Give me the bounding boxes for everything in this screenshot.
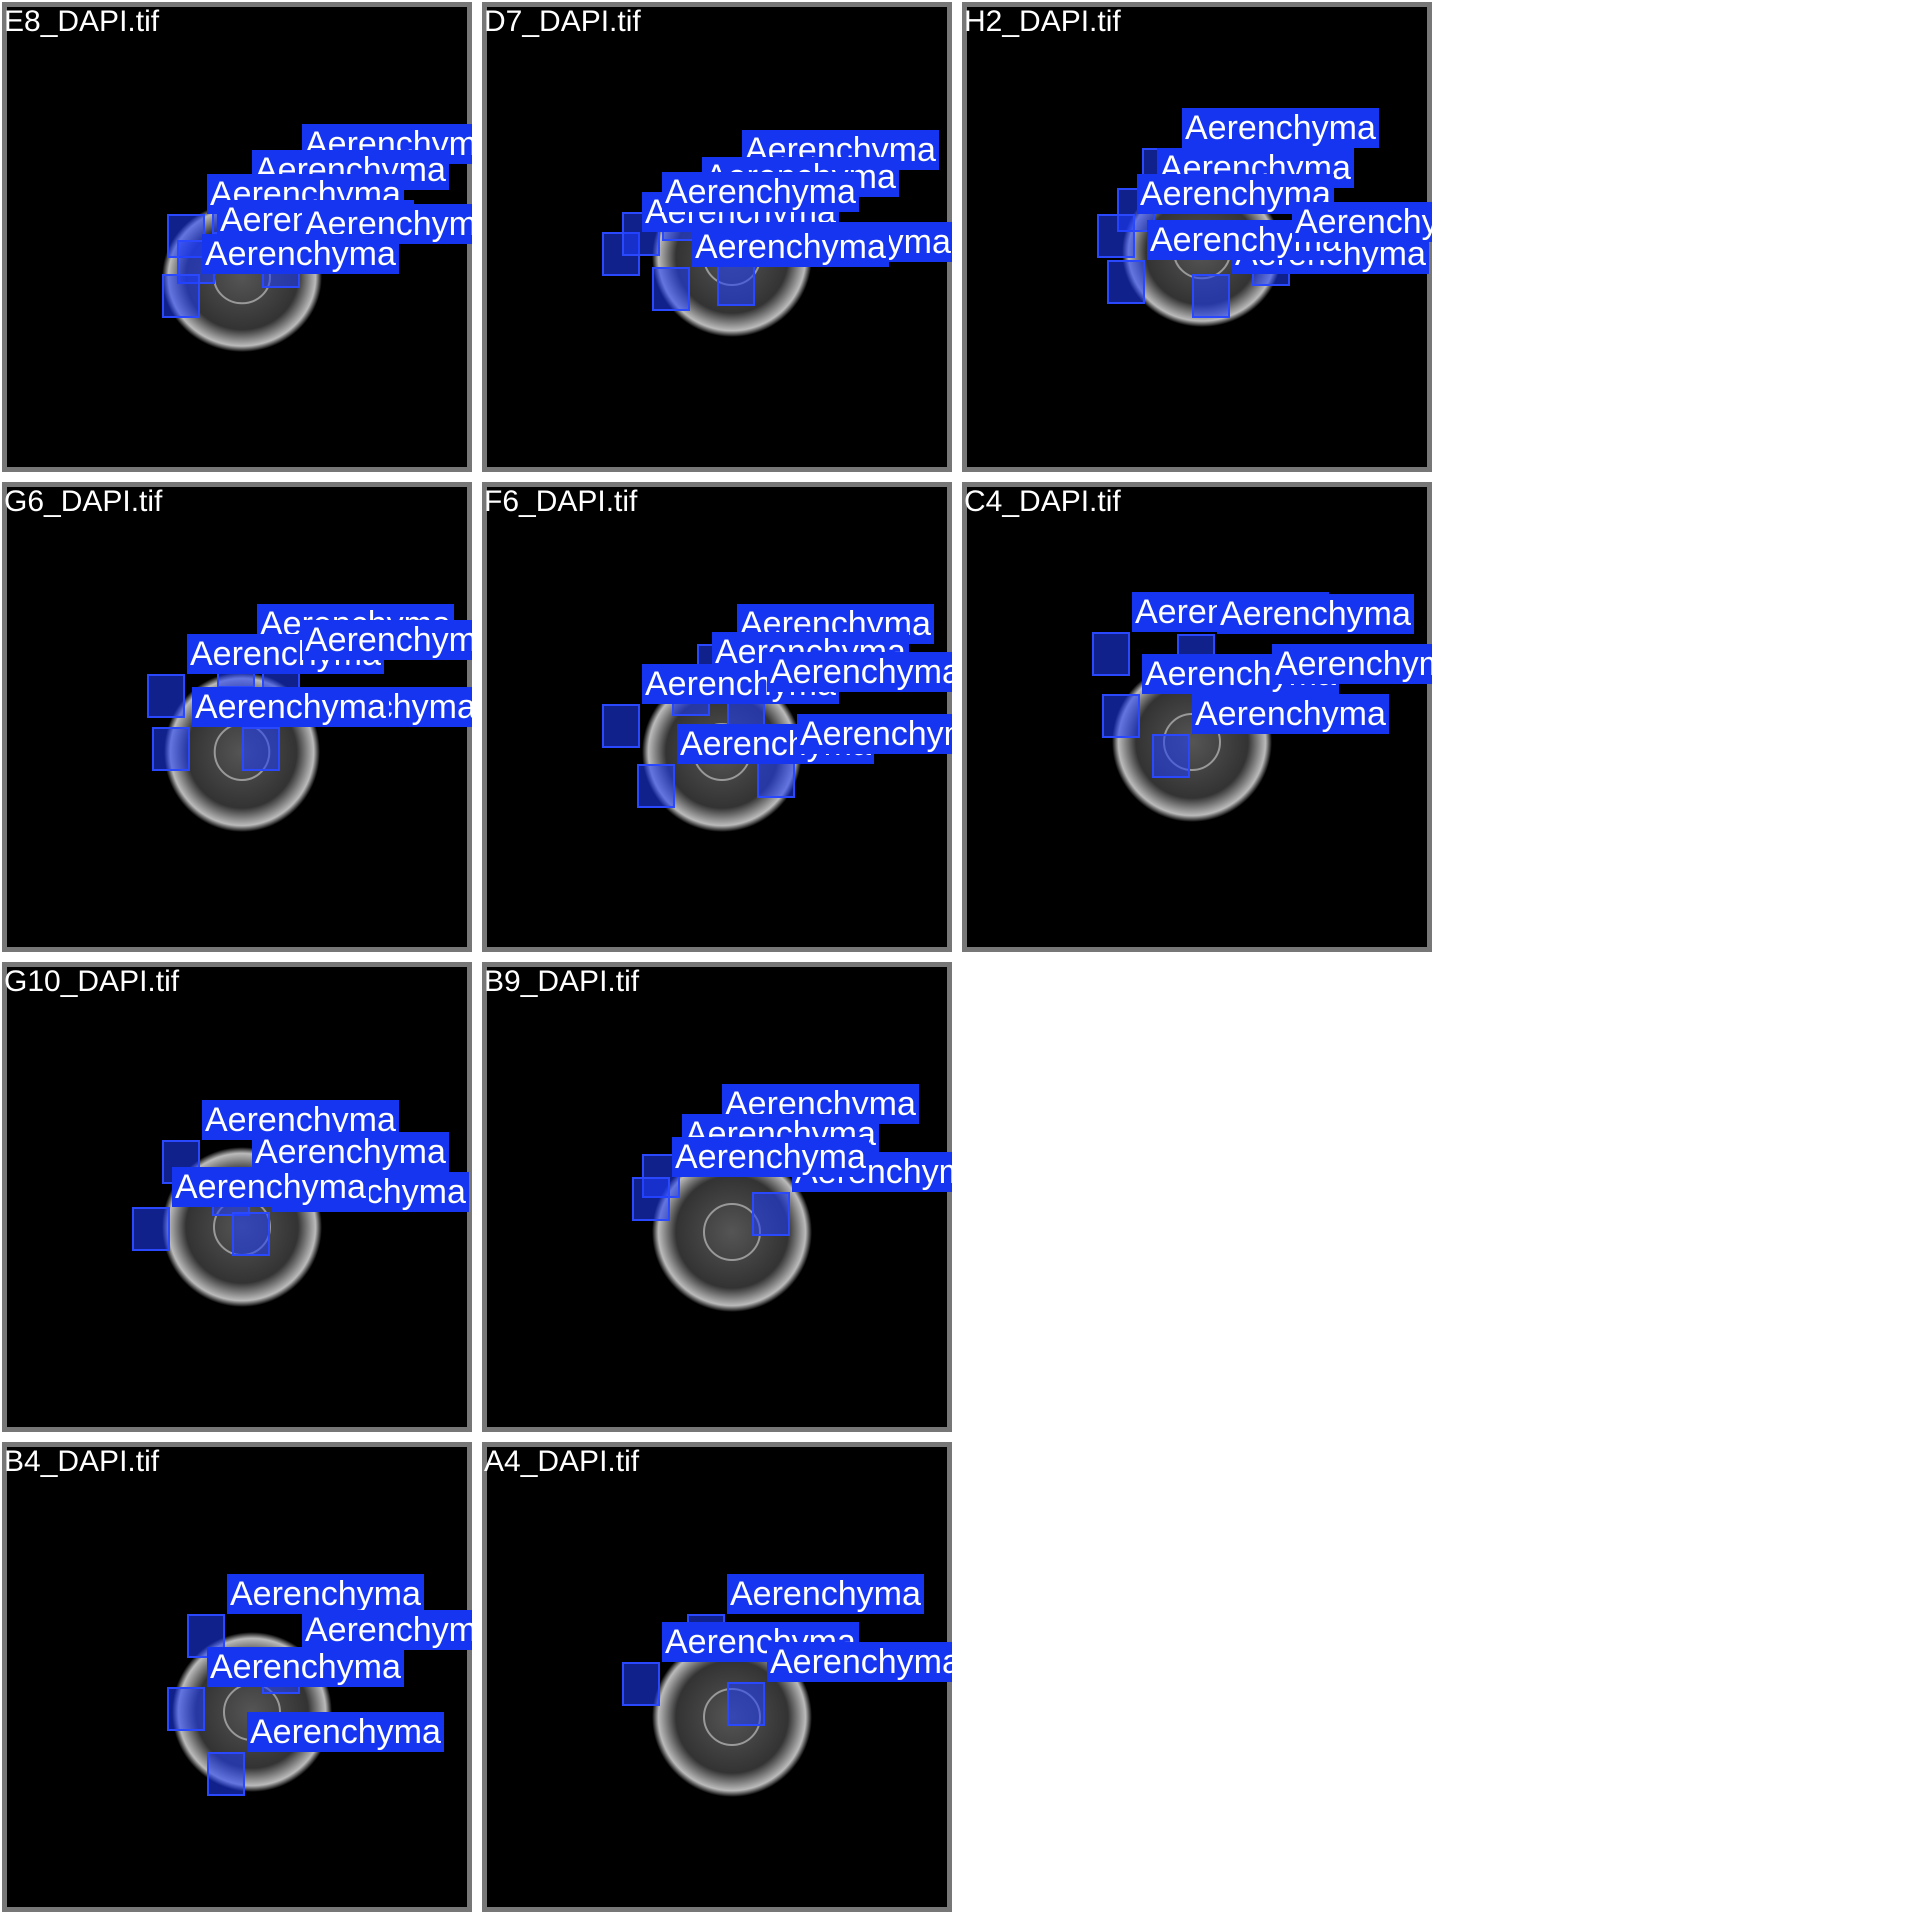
- annotation-label: Aerenchyma: [767, 652, 952, 692]
- annotation-label: Aerenchyma: [797, 714, 952, 754]
- annotation-label: Aerenchyma: [207, 1647, 404, 1687]
- image-panel: G10_DAPI.tif Aerenchyma Aerenchyma Aerenchy…: [2, 962, 472, 1432]
- annotation-box: [147, 674, 185, 718]
- panel-filename: F6_DAPI.tif: [484, 485, 638, 518]
- annotation-label: Aerenchyma: [1182, 108, 1379, 148]
- annotation-box: [1097, 214, 1135, 258]
- panel-filename: G10_DAPI.tif: [4, 965, 180, 998]
- annotation-box: [162, 274, 200, 318]
- image-panel: A4_DAPI.tif Aerenchyma Aerenchyma Aerenchym…: [482, 1442, 952, 1912]
- annotation-box: [1152, 734, 1190, 778]
- image-panel: F6_DAPI.tif Aerenchyma Aerenchyma Aerenchym…: [482, 482, 952, 952]
- panel-filename: C4_DAPI.tif: [964, 485, 1121, 518]
- annotation-label: Aerenchyma: [1192, 694, 1389, 734]
- annotation-box: [132, 1207, 170, 1251]
- image-panel: D7_DAPI.tif Aerenchyma Aerenchyma Aerenchym…: [482, 2, 952, 472]
- annotation-box: [207, 1752, 245, 1796]
- image-panel: E8_DAPI.tifAerenchymaAerenchymaAerenchym…: [2, 2, 472, 472]
- image-panel: H2_DAPI.tif Aerenchyma Aerenchyma Aerenchym…: [962, 2, 1432, 472]
- annotation-label: Aerenchyma: [247, 1712, 444, 1752]
- annotation-label: Aerenchyma: [1272, 644, 1432, 684]
- annotation-label: Aerenchyma: [727, 1574, 924, 1614]
- image-panel: C4_DAPI.tif Aerenchyma Aerenchyma Aerenchym…: [962, 482, 1432, 952]
- panel-filename: G6_DAPI.tif: [4, 485, 163, 518]
- annotation-label: Aerenchyma: [692, 227, 889, 267]
- panel-filename: H2_DAPI.tif: [964, 5, 1121, 38]
- annotation-box: [602, 704, 640, 748]
- image-panel: B9_DAPI.tifAerenchymaAerenchymaAerenchym…: [482, 962, 952, 1432]
- panel-filename: D7_DAPI.tif: [484, 5, 641, 38]
- annotation-label: Aerenchyma: [662, 172, 859, 212]
- annotation-box: [717, 262, 755, 306]
- annotation-box: [652, 267, 690, 311]
- annotation-label: Aerenchyma: [672, 1137, 869, 1177]
- image-panel: B4_DAPI.tifAerenchymaAerenchymaAerenchym…: [2, 1442, 472, 1912]
- image-panel: G6_DAPI.tifAerenchymaAerenchymaAerenchym…: [2, 482, 472, 952]
- panel-filename: B4_DAPI.tif: [4, 1445, 160, 1478]
- annotation-box: [167, 1687, 205, 1731]
- annotation-label: Aerenchyma: [252, 1132, 449, 1172]
- microscopy-image: [487, 967, 947, 1427]
- annotation-label: Aerenchyma: [302, 1610, 472, 1650]
- annotation-box: [727, 1682, 765, 1726]
- annotation-label: Aerenchyma: [1292, 202, 1432, 242]
- annotation-box: [622, 1662, 660, 1706]
- annotation-label: Aerenchyma: [192, 687, 389, 727]
- annotation-label: Aerenchyma: [767, 1642, 952, 1682]
- panel-filename: A4_DAPI.tif: [484, 1445, 640, 1478]
- annotation-label: Aerenchyma: [172, 1167, 369, 1207]
- annotation-box: [232, 1212, 270, 1256]
- annotation-box: [242, 727, 280, 771]
- annotation-box: [1107, 260, 1145, 304]
- annotation-box: [632, 1177, 670, 1221]
- panel-filename: E8_DAPI.tif: [4, 5, 160, 38]
- annotation-box: [152, 727, 190, 771]
- annotation-box: [1102, 694, 1140, 738]
- annotation-box: [1192, 274, 1230, 318]
- annotation-label: Aerenchyma: [1217, 594, 1414, 634]
- annotation-box: [1092, 632, 1130, 676]
- annotation-label: Aerenchyma: [302, 620, 472, 660]
- annotation-label: Aerenchyma: [227, 1574, 424, 1614]
- root-cross-section: [652, 1152, 812, 1312]
- panel-filename: B9_DAPI.tif: [484, 965, 640, 998]
- annotation-box: [752, 1192, 790, 1236]
- annotation-box: [637, 764, 675, 808]
- annotation-label: Aerenchyma: [202, 234, 399, 274]
